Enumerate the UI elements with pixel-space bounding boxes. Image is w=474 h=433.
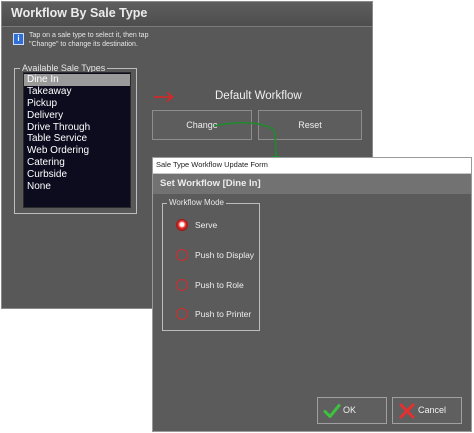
workflow-mode-label: Workflow Mode	[167, 198, 226, 208]
sale-type-item[interactable]: Pickup	[24, 98, 130, 110]
x-icon	[399, 403, 415, 419]
dialog-titlebar: Sale Type Workflow Update Form	[153, 158, 471, 174]
radio-label: Push to Printer	[195, 309, 252, 319]
info-icon: i	[13, 33, 24, 45]
sale-type-item[interactable]: Catering	[24, 157, 130, 169]
sale-type-item[interactable]: Table Service	[24, 133, 130, 145]
sale-type-item[interactable]: Web Ordering	[24, 145, 130, 157]
sale-type-item[interactable]: Drive Through	[24, 122, 130, 134]
sale-type-item[interactable]: None	[24, 181, 130, 193]
check-icon	[323, 404, 341, 418]
dialog-title: Sale Type Workflow Update Form	[156, 160, 268, 169]
default-workflow-title: Default Workflow	[215, 90, 302, 102]
cancel-label: Cancel	[418, 405, 447, 415]
radio-icon[interactable]	[176, 308, 188, 320]
radio-label: Serve	[195, 220, 218, 230]
radio-icon[interactable]	[176, 279, 188, 291]
sale-type-workflow-update-form: Sale Type Workflow Update Form Set Workf…	[152, 157, 472, 432]
ok-label: OK	[343, 405, 357, 415]
set-workflow-text: Set Workflow [Dine In]	[160, 178, 261, 189]
radio-icon[interactable]	[176, 249, 188, 261]
info-text: Tap on a sale type to select it, then ta…	[29, 32, 149, 48]
sale-type-item[interactable]: Curbside	[24, 169, 130, 181]
window-titlebar: Workflow By Sale Type	[2, 2, 372, 27]
set-workflow-header: Set Workflow [Dine In]	[153, 174, 471, 194]
radio-label: Push to Display	[195, 250, 255, 260]
sale-types-list[interactable]: Dine In Takeaway Pickup Delivery Drive Throu…	[23, 72, 131, 208]
arrow-right-icon	[154, 91, 174, 103]
cancel-button[interactable]: Cancel	[392, 397, 462, 424]
window-title: Workflow By Sale Type	[11, 6, 148, 20]
radio-icon[interactable]	[176, 219, 188, 231]
radio-label: Push to Role	[195, 280, 244, 290]
sale-type-item[interactable]: Dine In	[24, 74, 130, 86]
sale-type-item[interactable]: Delivery	[24, 110, 130, 122]
sale-type-item[interactable]: Takeaway	[24, 86, 130, 98]
ok-button[interactable]: OK	[317, 397, 387, 424]
